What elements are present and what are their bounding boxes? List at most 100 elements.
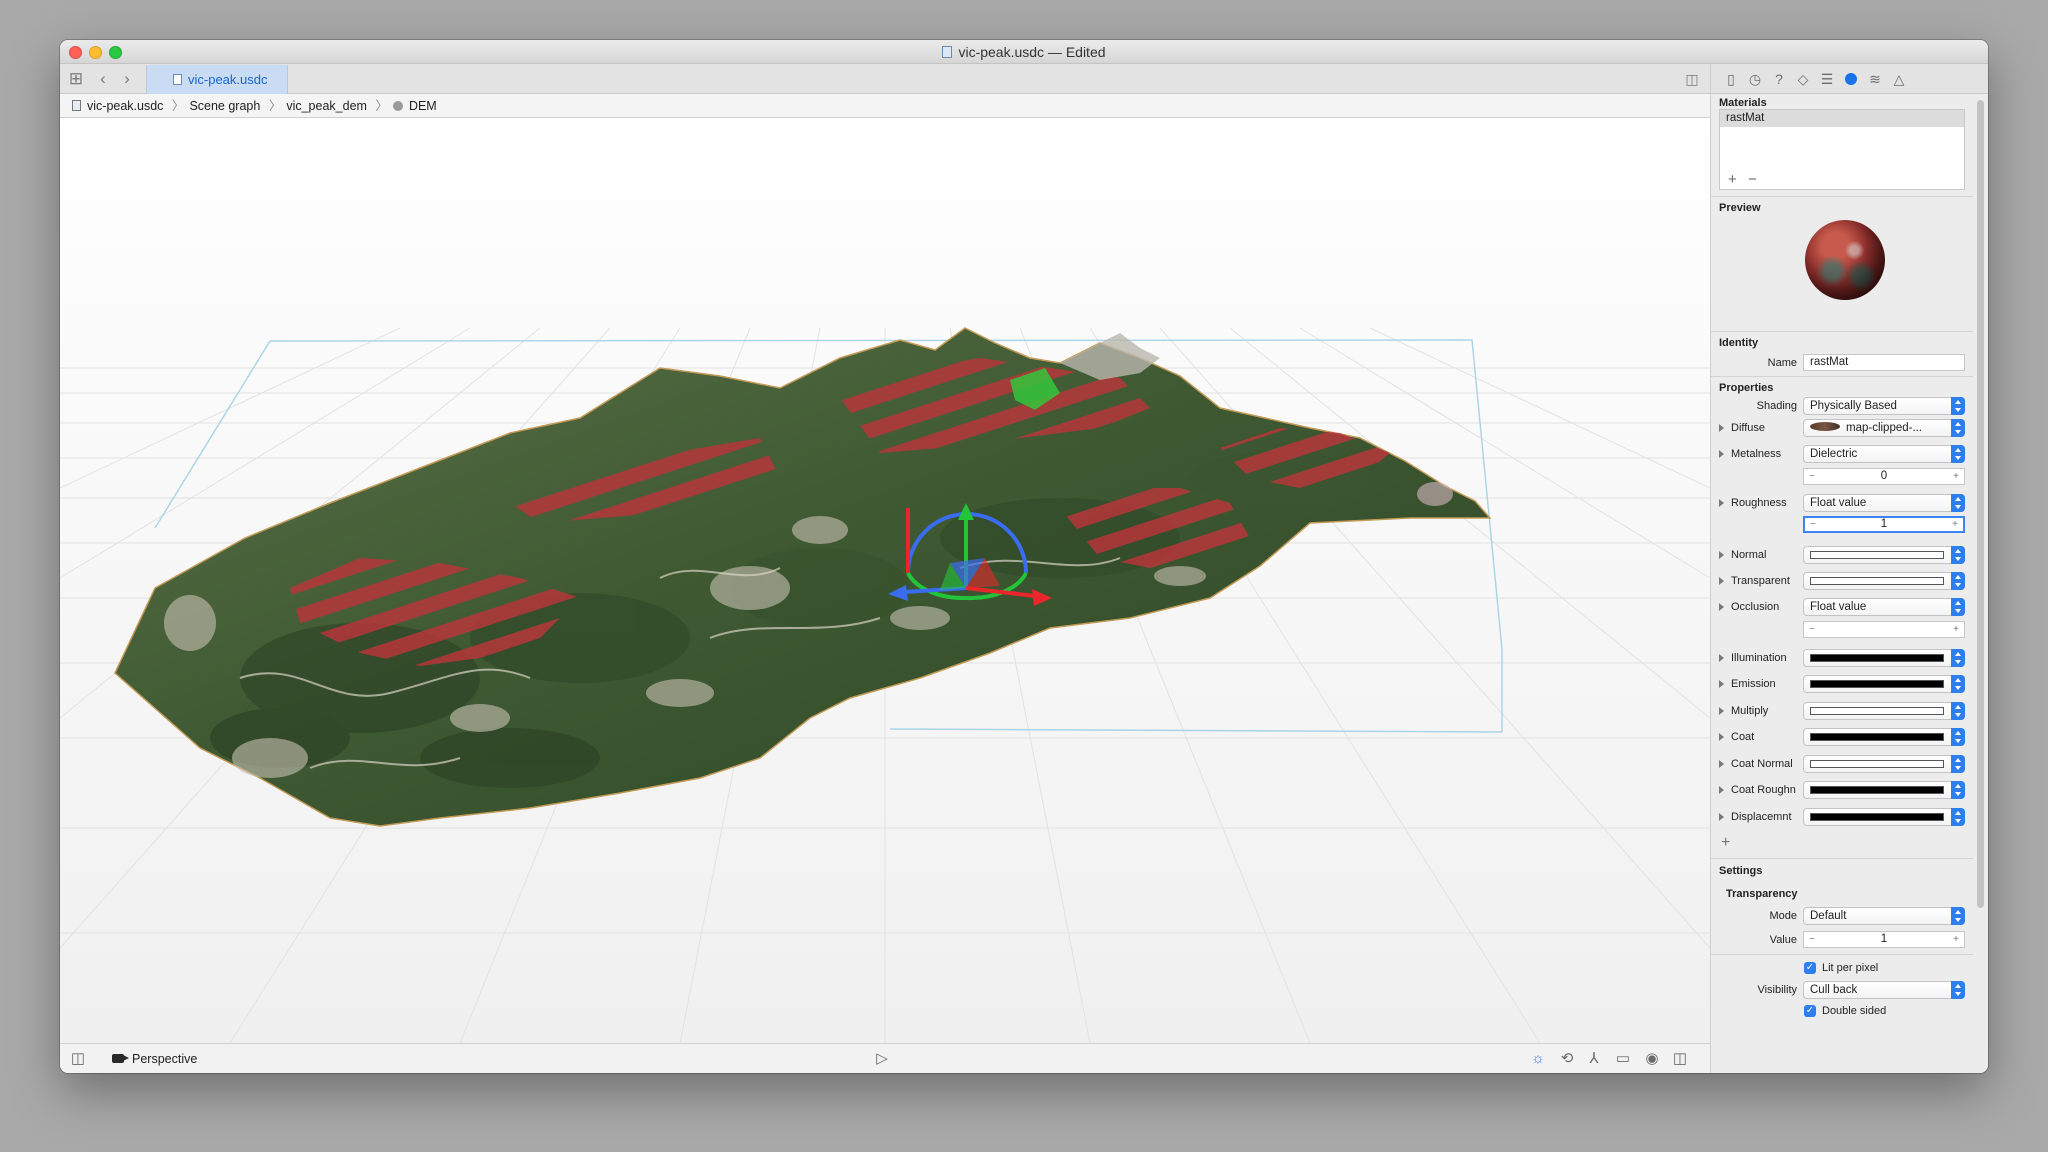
disclosure-triangle-icon[interactable] xyxy=(1719,499,1724,507)
geometry-icon xyxy=(392,101,403,111)
color-swatch xyxy=(1810,733,1944,741)
lighting-icon[interactable]: ☼ xyxy=(1528,1049,1548,1069)
illumination-popup[interactable] xyxy=(1803,649,1965,667)
diffuse-popup[interactable]: map-clipped-... xyxy=(1803,419,1965,437)
identity-title: Identity xyxy=(1719,337,1759,349)
node-inspector-icon[interactable]: ◇ xyxy=(1793,69,1813,89)
split-view-icon[interactable]: ◫ xyxy=(1682,69,1702,89)
metalness-label: Metalness xyxy=(1731,448,1782,460)
help-icon[interactable]: ? xyxy=(1769,69,1789,89)
increment-button[interactable]: + xyxy=(1953,469,1959,484)
document-icon xyxy=(942,46,953,58)
transparency-title: Transparency xyxy=(1726,888,1798,900)
popup-arrows-icon xyxy=(1951,397,1965,415)
roughness-stepper[interactable]: − 1 + xyxy=(1803,516,1965,533)
occlusion-popup[interactable]: Float value xyxy=(1803,598,1965,616)
add-material-button[interactable]: + xyxy=(1728,171,1737,188)
disclosure-triangle-icon[interactable] xyxy=(1719,424,1724,432)
shading-popup[interactable]: Physically Based xyxy=(1803,397,1965,415)
scene-inspector-icon[interactable]: △ xyxy=(1889,69,1909,89)
breadcrumb-scene-graph[interactable]: Scene graph xyxy=(189,99,260,113)
increment-button[interactable]: + xyxy=(1953,622,1959,637)
history-icon[interactable]: ◷ xyxy=(1745,69,1765,89)
metalness-popup[interactable]: Dielectric xyxy=(1803,445,1965,463)
transparent-label: Transparent xyxy=(1731,575,1790,587)
color-swatch xyxy=(1810,760,1944,768)
grid-icon[interactable]: ⊞ xyxy=(66,69,86,89)
disclosure-triangle-icon[interactable] xyxy=(1719,603,1724,611)
popup-arrows-icon xyxy=(1951,649,1965,667)
lit-per-pixel-checkbox[interactable]: ✓ xyxy=(1804,962,1816,974)
material-row[interactable]: rastMat xyxy=(1720,110,1964,127)
popup-arrows-icon xyxy=(1951,781,1965,799)
sidebar-toggle-icon[interactable]: ◫ xyxy=(68,1049,88,1069)
play-icon[interactable]: ▷ xyxy=(872,1049,892,1069)
increment-button[interactable]: + xyxy=(1952,518,1958,531)
remove-material-button[interactable]: − xyxy=(1748,171,1757,188)
divider xyxy=(1711,331,1973,332)
disclosure-triangle-icon[interactable] xyxy=(1719,733,1724,741)
displacement-popup[interactable] xyxy=(1803,808,1965,826)
divider xyxy=(1711,858,1973,859)
roughness-popup[interactable]: Float value xyxy=(1803,494,1965,512)
scene-viewport[interactable] xyxy=(60,118,1710,1043)
add-property-button[interactable]: + xyxy=(1721,834,1730,852)
coat-normal-popup[interactable] xyxy=(1803,755,1965,773)
forward-arrow-icon[interactable]: › xyxy=(117,69,137,89)
file-inspector-icon[interactable]: ▯ xyxy=(1721,69,1741,89)
disclosure-triangle-icon[interactable] xyxy=(1719,760,1724,768)
emission-popup[interactable] xyxy=(1803,675,1965,693)
coat-roughness-popup[interactable] xyxy=(1803,781,1965,799)
increment-button[interactable]: + xyxy=(1953,932,1959,947)
popup-arrows-icon xyxy=(1951,702,1965,720)
visibility-popup[interactable]: Cull back xyxy=(1803,981,1965,999)
roughness-label: Roughness xyxy=(1731,497,1787,509)
occlusion-stepper[interactable]: − + xyxy=(1803,621,1965,638)
orbit-icon[interactable]: ⟲ xyxy=(1557,1049,1577,1069)
inspector-toggle-icon[interactable]: ◫ xyxy=(1670,1049,1690,1069)
disclosure-triangle-icon[interactable] xyxy=(1719,680,1724,688)
disclosure-triangle-icon[interactable] xyxy=(1719,813,1724,821)
disclosure-triangle-icon[interactable] xyxy=(1719,577,1724,585)
visibility-icon[interactable]: ◉ xyxy=(1642,1049,1662,1069)
decrement-button[interactable]: − xyxy=(1809,469,1815,484)
breadcrumb-file[interactable]: vic-peak.usdc xyxy=(87,99,163,113)
double-sided-checkbox[interactable]: ✓ xyxy=(1804,1005,1816,1017)
decrement-button[interactable]: − xyxy=(1809,932,1815,947)
breadcrumb-node[interactable]: vic_peak_dem xyxy=(286,99,367,113)
materials-list[interactable]: rastMat + − xyxy=(1719,109,1965,190)
disclosure-triangle-icon[interactable] xyxy=(1719,707,1724,715)
disclosure-triangle-icon[interactable] xyxy=(1719,450,1724,458)
decrement-button[interactable]: − xyxy=(1809,622,1815,637)
metalness-stepper[interactable]: − 0 + xyxy=(1803,468,1965,485)
material-inspector-icon[interactable] xyxy=(1841,69,1861,89)
normal-popup[interactable] xyxy=(1803,546,1965,564)
mode-value: Default xyxy=(1810,910,1847,922)
back-arrow-icon[interactable]: ‹ xyxy=(93,69,113,89)
disclosure-triangle-icon[interactable] xyxy=(1719,786,1724,794)
transparent-popup[interactable] xyxy=(1803,572,1965,590)
physics-icon[interactable]: ≋ xyxy=(1865,69,1885,89)
inspector-scrollbar[interactable] xyxy=(1977,94,1985,1073)
normal-label: Normal xyxy=(1731,549,1767,561)
coat-roughness-label: Coat Roughn xyxy=(1731,784,1796,796)
scroll-thumb[interactable] xyxy=(1977,100,1984,908)
materials-title: Materials xyxy=(1719,97,1767,109)
disclosure-triangle-icon[interactable] xyxy=(1719,551,1724,559)
preview-title: Preview xyxy=(1719,202,1761,214)
coat-popup[interactable] xyxy=(1803,728,1965,746)
disclosure-triangle-icon[interactable] xyxy=(1719,654,1724,662)
name-field[interactable]: rastMat xyxy=(1803,354,1965,371)
multiply-popup[interactable] xyxy=(1803,702,1965,720)
mode-popup[interactable]: Default xyxy=(1803,907,1965,925)
transparency-value-stepper[interactable]: − 1 + xyxy=(1803,931,1965,948)
coat-label: Coat xyxy=(1731,731,1755,743)
decrement-button[interactable]: − xyxy=(1810,518,1816,531)
attributes-icon[interactable]: ☰ xyxy=(1817,69,1837,89)
axis-icon[interactable]: ⅄ xyxy=(1584,1049,1604,1069)
tab-vic-peak[interactable]: vic-peak.usdc xyxy=(146,65,288,94)
camera-frame-icon[interactable]: ▭ xyxy=(1613,1049,1633,1069)
breadcrumb-geometry[interactable]: DEM xyxy=(409,99,437,113)
camera-menu[interactable]: Perspective xyxy=(132,1052,197,1066)
double-sided-label: Double sided xyxy=(1822,1005,1887,1017)
